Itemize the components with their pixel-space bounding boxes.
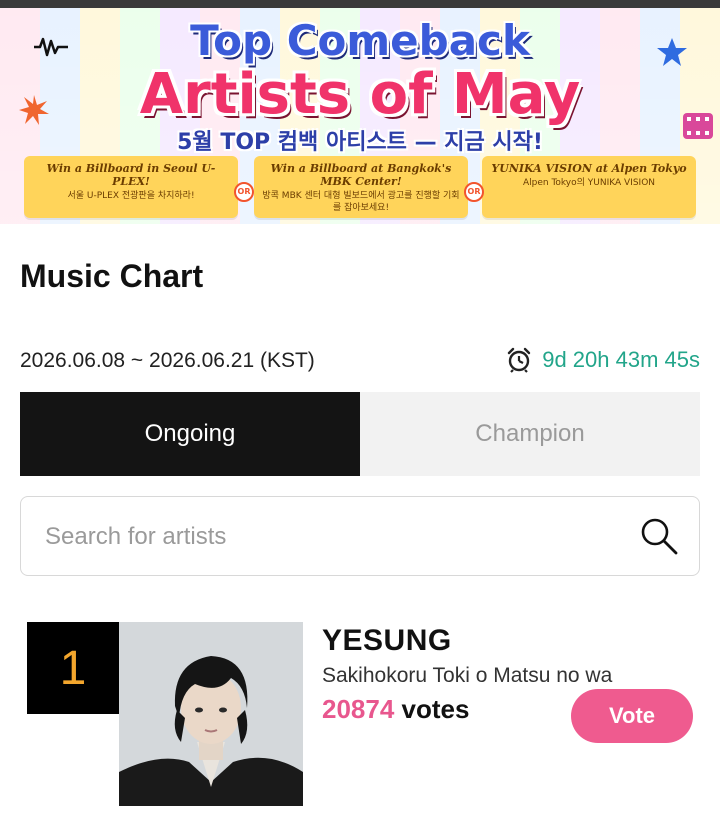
page-title: Music Chart [20, 258, 204, 294]
artist-name: YESUNG [322, 624, 452, 657]
banner-title-line2: Artists of May [139, 62, 581, 127]
tab-champion[interactable]: Champion [360, 392, 700, 476]
promo-banner[interactable]: Top Comeback Artists of May 5월 TOP 컴백 아티… [0, 8, 720, 224]
promo-card-tokyo[interactable]: YUNIKA VISION at Alpen Tokyo Alpen Tokyo… [482, 156, 696, 218]
artist-photo [119, 622, 303, 806]
votes-suffix: votes [394, 694, 470, 724]
banner-subtitle: 5월 TOP 컴백 아티스트 — 지금 시작! [177, 130, 543, 155]
artist-search-box [20, 496, 700, 576]
banner-title-line1: Top Comeback [190, 16, 530, 65]
vote-button[interactable]: Vote [571, 689, 693, 743]
promo-korean: 서울 U-PLEX 전광판을 차지하라! [67, 191, 195, 201]
tab-ongoing[interactable]: Ongoing [20, 392, 360, 476]
sound-wave-icon [34, 37, 68, 57]
chart-tabs: Ongoing Champion [20, 392, 700, 476]
star-icon [657, 38, 687, 66]
promo-korean: 방콕 MBK 센터 대형 빌보드에서 광고를 진행할 기회를 잡아보세요! [262, 191, 460, 213]
artist-portrait-illustration [119, 622, 303, 806]
film-strip-icon [683, 113, 713, 139]
chart-entry-card[interactable]: 1 YESUNG Sakihokoru Toki o Matsu no wa 2… [20, 614, 700, 814]
alarm-clock-icon [508, 347, 531, 373]
search-input[interactable] [45, 515, 605, 559]
promo-title: Win a Billboard in Seoul U-PLEX! [46, 162, 216, 188]
promo-card-bangkok[interactable]: Win a Billboard at Bangkok's MBK Center!… [254, 156, 468, 218]
burst-icon [19, 95, 49, 125]
or-badge: OR [234, 182, 254, 202]
search-icon[interactable] [639, 516, 679, 556]
top-status-strip [0, 0, 720, 8]
vote-number: 20874 [322, 694, 395, 724]
promo-card-seoul[interactable]: Win a Billboard in Seoul U-PLEX! 서울 U-PL… [24, 156, 238, 218]
countdown-timer: 9d 20h 43m 45s [506, 347, 700, 373]
chart-date-range: 2026.06.08 ~ 2026.06.21 (KST) [20, 349, 315, 372]
promo-title: Win a Billboard at Bangkok's MBK Center! [270, 162, 452, 188]
song-title: Sakihokoru Toki o Matsu no wa [322, 664, 613, 687]
promo-cards: Win a Billboard in Seoul U-PLEX! 서울 U-PL… [24, 156, 696, 218]
or-badge: OR [464, 182, 484, 202]
promo-title: YUNIKA VISION at Alpen Tokyo [491, 162, 687, 175]
countdown-text: 9d 20h 43m 45s [542, 347, 700, 372]
vote-count: 20874 votes [322, 694, 469, 725]
rank-badge: 1 [27, 622, 119, 714]
promo-korean: Alpen Tokyo의 YUNIKA VISION [522, 178, 656, 188]
